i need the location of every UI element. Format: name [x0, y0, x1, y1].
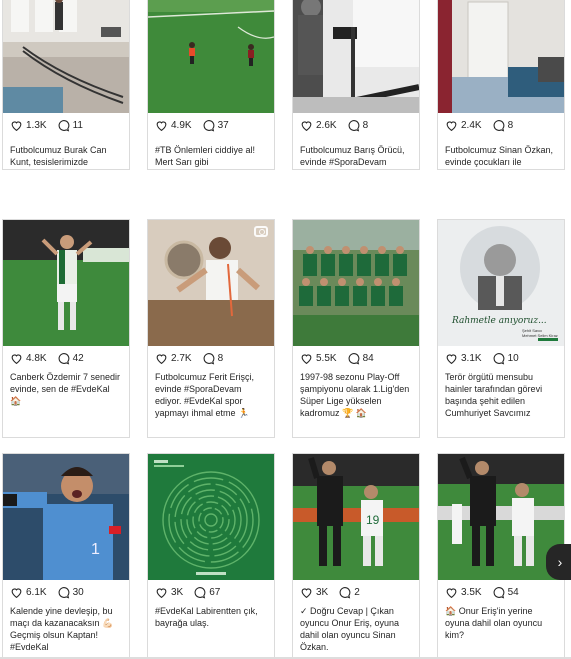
- comment-icon[interactable]: [347, 352, 360, 365]
- comment-count: 67: [209, 586, 221, 598]
- heart-icon[interactable]: [300, 119, 313, 132]
- comment-count: 11: [72, 119, 83, 131]
- like-count: 4.8K: [26, 352, 47, 364]
- comment-count: 2: [354, 586, 360, 598]
- heart-icon[interactable]: [10, 352, 23, 365]
- like-count: 1.3K: [26, 119, 47, 131]
- post-caption: Futbolcumuz Sinan Özkan, evinde çocuklar…: [445, 145, 554, 167]
- memorial-overlay-text: Rahmetle anıyoruz...: [452, 316, 547, 326]
- comment-count: 37: [217, 119, 229, 131]
- like-count: 5.5K: [316, 352, 337, 364]
- post-caption: Futbolcumuz Barış Örücü, evinde #SporaDe…: [300, 145, 405, 167]
- post-image-treadmill[interactable]: [293, 0, 419, 113]
- comment-count: 8: [217, 352, 224, 364]
- post-image-living-room[interactable]: [438, 0, 564, 113]
- comment-icon[interactable]: [193, 586, 206, 599]
- heart-icon[interactable]: [445, 352, 458, 365]
- post-card[interactable]: 4.9K 37 #TB Önlemleri ciddiye al! Mert S…: [147, 0, 275, 170]
- post-caption: ✓ Doğru Cevap | Çıkan oyuncu Onur Eriş, …: [300, 606, 400, 652]
- comment-count: 10: [507, 352, 519, 364]
- post-image-gym[interactable]: [3, 0, 129, 113]
- post-image-player-celebrating[interactable]: [3, 220, 129, 346]
- post-caption: 1997-98 sezonu Play-Off şampiyonu olarak…: [300, 372, 410, 418]
- heart-icon[interactable]: [10, 119, 23, 132]
- comment-icon[interactable]: [492, 352, 505, 365]
- post-card[interactable]: 5.5K 84 1997-98 sezonu Play-Off şampiyon…: [292, 219, 420, 438]
- video-icon: [254, 226, 268, 237]
- comment-icon[interactable]: [57, 586, 70, 599]
- post-card[interactable]: 3K 67 #EvdeKal Labirentten çık, bayrağa …: [147, 453, 275, 659]
- post-caption: 🏠 Onur Eriş'in yerine oyuna dahil olan o…: [445, 606, 543, 640]
- post-caption: Kalende yine devleşip, bu maçı da kazana…: [10, 606, 114, 652]
- post-caption: Terör örgütü mensubu hainler tarafından …: [445, 372, 543, 418]
- post-caption: #EvdeKal Labirentten çık, bayrağa ulaş.: [155, 606, 258, 628]
- post-image-pitch[interactable]: [148, 0, 274, 113]
- post-card[interactable]: 2.7K 8 Futbolcumuz Ferit Erişçi, evinde …: [147, 219, 275, 438]
- post-image-maze[interactable]: [148, 454, 274, 580]
- post-card[interactable]: 1 6.1K 30 Kalende yine devleşip, bu maçı…: [2, 453, 130, 659]
- heart-icon[interactable]: [155, 352, 168, 365]
- post-image-resistance-band[interactable]: [148, 220, 274, 346]
- post-image-goalkeeper[interactable]: 1: [3, 454, 129, 580]
- comment-icon[interactable]: [492, 119, 505, 132]
- post-image-memorial[interactable]: Rahmetle anıyoruz... Şehit Savcı Mehmet …: [438, 220, 564, 346]
- like-count: 4.9K: [171, 119, 192, 131]
- memorial-overlay-sub: Şehit Savcı Mehmet Selim Kiraz: [522, 328, 558, 338]
- like-count: 2.7K: [171, 352, 192, 364]
- comment-count: 54: [507, 586, 519, 598]
- post-card[interactable]: 19 3K 2 ✓ Doğru Cevap | Çıkan oyuncu Onu…: [292, 453, 420, 659]
- like-count: 3K: [171, 586, 184, 598]
- post-caption: Canberk Özdemir 7 senedir evinde, sen de…: [10, 372, 121, 406]
- post-caption: Futbolcumuz Ferit Erişçi, evinde #SporaD…: [155, 372, 255, 418]
- chevron-right-icon[interactable]: ›: [546, 544, 571, 580]
- comment-icon[interactable]: [347, 119, 360, 132]
- heart-icon[interactable]: [445, 586, 458, 599]
- post-card[interactable]: Rahmetle anıyoruz... Şehit Savcı Mehmet …: [437, 219, 565, 438]
- heart-icon[interactable]: [445, 119, 458, 132]
- comment-count: 8: [507, 119, 514, 131]
- heart-icon[interactable]: [10, 586, 23, 599]
- post-card[interactable]: 4.8K 42 Canberk Özdemir 7 senedir evinde…: [2, 219, 130, 438]
- svg-text:19: 19: [366, 513, 380, 527]
- heart-icon[interactable]: [300, 586, 313, 599]
- comment-icon[interactable]: [492, 586, 505, 599]
- comment-icon[interactable]: [57, 119, 70, 132]
- comment-count: 84: [362, 352, 374, 364]
- like-count: 3.1K: [461, 352, 482, 364]
- comment-icon[interactable]: [57, 352, 70, 365]
- comment-icon[interactable]: [202, 352, 215, 365]
- like-count: 2.4K: [461, 119, 482, 131]
- heart-icon[interactable]: [300, 352, 313, 365]
- post-card[interactable]: 1.3K 11 Futbolcumuz Burak Can Kunt, tesi…: [2, 0, 130, 170]
- like-count: 2.6K: [316, 119, 337, 131]
- post-caption: #TB Önlemleri ciddiye al! Mert Sarı gibi…: [155, 145, 256, 167]
- comment-icon[interactable]: [338, 586, 351, 599]
- heart-icon[interactable]: [155, 119, 168, 132]
- post-image-team-photo[interactable]: [293, 220, 419, 346]
- comment-count: 30: [72, 586, 84, 598]
- post-card[interactable]: 2.4K 8 Futbolcumuz Sinan Özkan, evinde ç…: [437, 0, 565, 170]
- like-count: 6.1K: [26, 586, 47, 598]
- post-image-sideline[interactable]: 19: [293, 454, 419, 580]
- like-count: 3.5K: [461, 586, 482, 598]
- svg-text:1: 1: [91, 541, 100, 558]
- heart-icon[interactable]: [155, 586, 168, 599]
- post-caption: Futbolcumuz Burak Can Kunt, tesislerimiz…: [10, 145, 107, 167]
- comment-count: 42: [72, 352, 84, 364]
- like-count: 3K: [316, 586, 329, 598]
- comment-count: 8: [362, 119, 369, 131]
- comment-icon[interactable]: [202, 119, 215, 132]
- post-card[interactable]: 2.6K 8 Futbolcumuz Barış Örücü, evinde #…: [292, 0, 420, 170]
